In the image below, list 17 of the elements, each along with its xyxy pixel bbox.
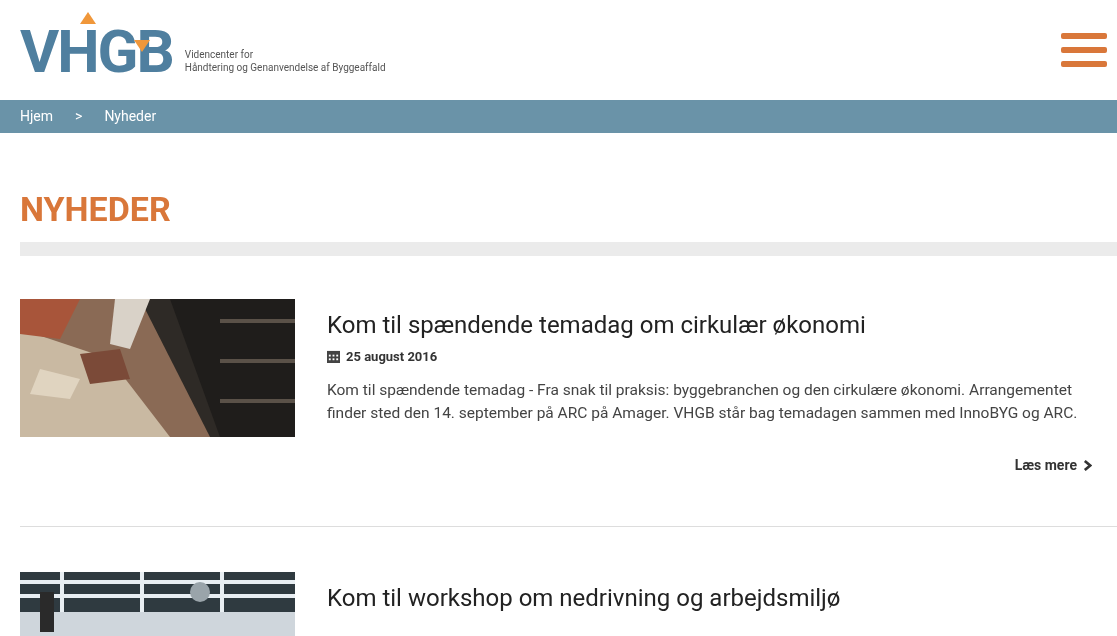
logo-wordmark[interactable]: VHGB <box>20 18 173 82</box>
breadcrumb-item[interactable]: Nyheder <box>104 106 157 127</box>
menu-icon[interactable] <box>1061 30 1107 70</box>
page-title: NYHEDER <box>20 189 172 229</box>
logo-tagline: Videncenter for <box>184 48 255 61</box>
read-more-link[interactable]: Læs mere <box>1014 454 1092 476</box>
chevron-right-icon <box>1083 459 1092 471</box>
calendar-icon <box>327 350 340 364</box>
article-title[interactable]: Kom til workshop om nedrivning og arbejdsmiljø <box>327 583 1092 612</box>
logo-tagline: Håndtering og Genanvendelse af Byggeaffald <box>184 61 386 74</box>
article-date: 25 august 2016 <box>346 348 438 366</box>
down-arrow-icon <box>134 40 150 52</box>
article-summary: Kom til spændende temadag - Fra snak til praksis: byggebranchen og den cirkulære økonomi. Arrangementet finder sted den 14. september på ARC på Amager. VHGB står bag temadagen sammen med InnoBYG og ARC. <box>327 379 1079 424</box>
breadcrumb-item[interactable]: > <box>75 106 83 127</box>
up-arrow-icon <box>80 12 96 24</box>
breadcrumb-item[interactable]: Hjem <box>20 106 54 127</box>
article-title[interactable]: Kom til spændende temadag om cirkulær økonomi <box>327 311 1092 339</box>
